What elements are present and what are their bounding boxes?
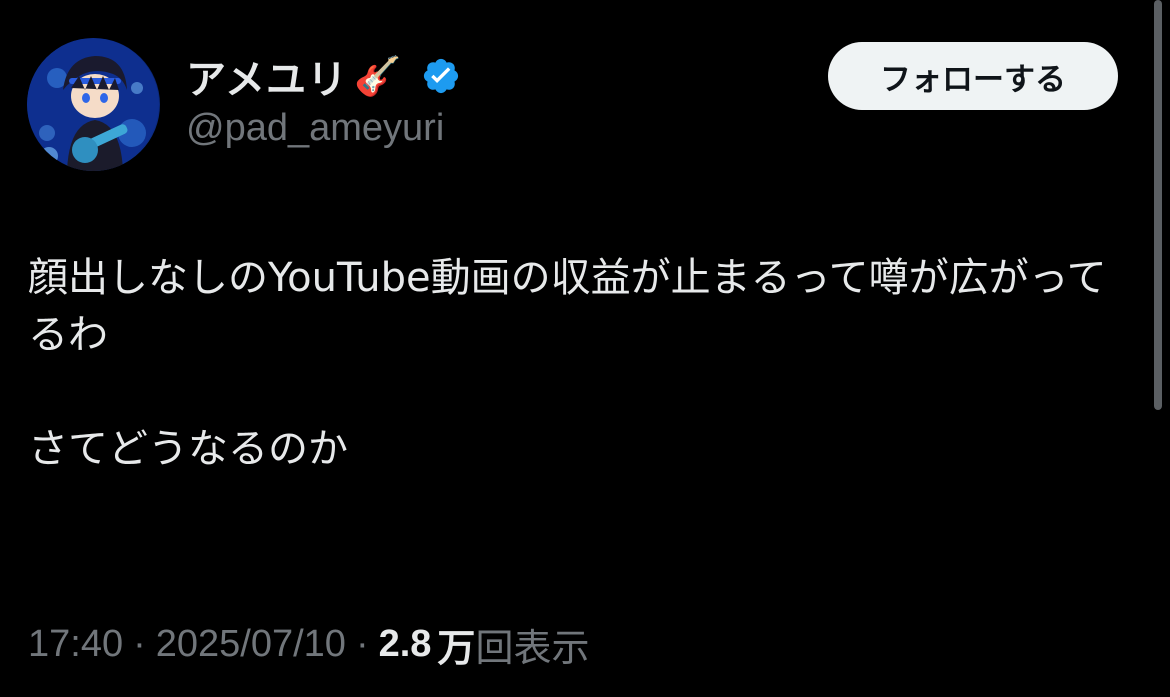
- views-count: 2.8: [378, 622, 432, 665]
- author-display-name[interactable]: アメユリ: [186, 47, 348, 105]
- views-unit: 万: [437, 627, 476, 670]
- scrollbar[interactable]: [1154, 0, 1162, 410]
- avatar-image: [27, 38, 159, 171]
- tweet-time[interactable]: 17:40: [28, 623, 123, 666]
- views-label: 回表示: [475, 627, 590, 670]
- verified-badge-icon[interactable]: [421, 56, 461, 96]
- avatar[interactable]: [27, 38, 160, 171]
- tweet-card: アメユリ 🎸 @pad_ameyuri フォローする 顔出しなしのYouTube…: [0, 0, 1170, 697]
- guitar-emoji-icon: 🎸: [354, 54, 402, 98]
- tweet-date[interactable]: 2025/07/10: [156, 623, 346, 666]
- tweet-text: 顔出しなしのYouTube動画の収益が止まるって噂が広がってるわ さてどうなるの…: [28, 255, 1107, 472]
- meta-separator: ·: [133, 622, 146, 665]
- meta-separator: ·: [355, 622, 369, 665]
- tweet-meta: 17:40 · 2025/07/10 · 2.8 万 回表示: [28, 616, 589, 672]
- follow-button[interactable]: フォローする: [828, 42, 1118, 110]
- author-name-row: アメユリ 🎸: [186, 47, 461, 105]
- author-handle[interactable]: @pad_ameyuri: [186, 107, 444, 150]
